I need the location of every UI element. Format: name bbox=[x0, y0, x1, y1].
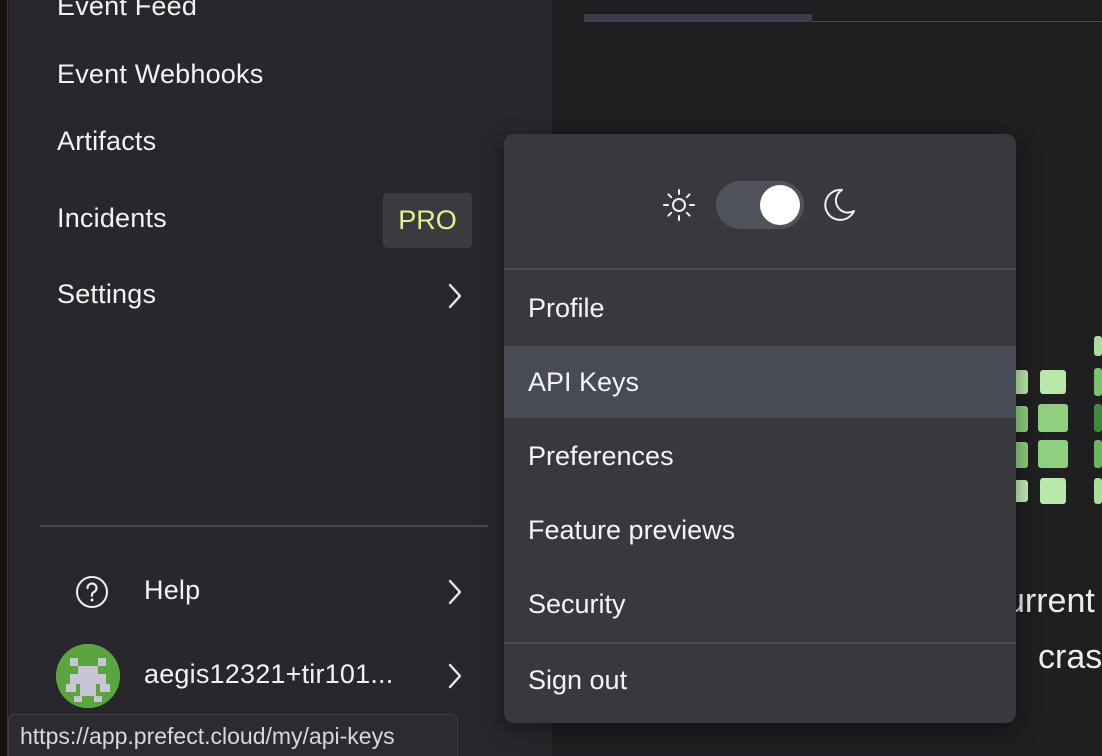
user-menu: Profile API Keys Preferences Feature pre… bbox=[504, 134, 1016, 723]
sidebar-item-event-feed[interactable]: Event Feed bbox=[57, 0, 197, 22]
help-icon[interactable] bbox=[75, 575, 109, 609]
menu-divider bbox=[504, 268, 1016, 270]
sidebar-item-artifacts[interactable]: Artifacts bbox=[57, 126, 156, 157]
chevron-right-icon[interactable] bbox=[446, 578, 464, 606]
sidebar bbox=[9, 0, 552, 756]
theme-switcher bbox=[504, 134, 1016, 268]
account-menu-item[interactable]: aegis12321+tir101... bbox=[144, 659, 409, 690]
theme-toggle[interactable] bbox=[716, 181, 804, 229]
chevron-right-icon[interactable] bbox=[446, 662, 464, 690]
menu-item-security[interactable]: Security bbox=[504, 568, 1016, 640]
menu-item-feature-previews[interactable]: Feature previews bbox=[504, 494, 1016, 566]
sidebar-item-settings[interactable]: Settings bbox=[57, 279, 156, 310]
sun-icon bbox=[662, 188, 696, 222]
background-subtext: cras bbox=[1038, 638, 1102, 676]
sidebar-item-incidents[interactable]: Incidents bbox=[57, 203, 167, 234]
help-menu-item[interactable]: Help bbox=[144, 575, 200, 606]
pro-badge: PRO bbox=[383, 193, 472, 248]
menu-item-sign-out[interactable]: Sign out bbox=[504, 644, 1016, 716]
window-edge bbox=[0, 0, 8, 756]
menu-item-preferences[interactable]: Preferences bbox=[504, 420, 1016, 492]
menu-item-profile[interactable]: Profile bbox=[504, 272, 1016, 344]
chevron-right-icon[interactable] bbox=[446, 282, 464, 310]
activity-grid bbox=[1010, 336, 1102, 504]
moon-icon bbox=[820, 186, 858, 224]
menu-item-api-keys[interactable]: API Keys bbox=[504, 346, 1016, 418]
app-window: Event Feed Event Webhooks Artifacts Inci… bbox=[0, 0, 1102, 756]
avatar[interactable] bbox=[56, 644, 120, 708]
background-heading: urrent bbox=[1006, 582, 1095, 620]
tab-active-indicator bbox=[584, 14, 812, 22]
sidebar-item-event-webhooks[interactable]: Event Webhooks bbox=[57, 59, 263, 90]
toggle-knob bbox=[760, 185, 800, 225]
sidebar-divider bbox=[40, 525, 488, 527]
status-url-tooltip: https://app.prefect.cloud/my/api-keys bbox=[8, 714, 458, 756]
